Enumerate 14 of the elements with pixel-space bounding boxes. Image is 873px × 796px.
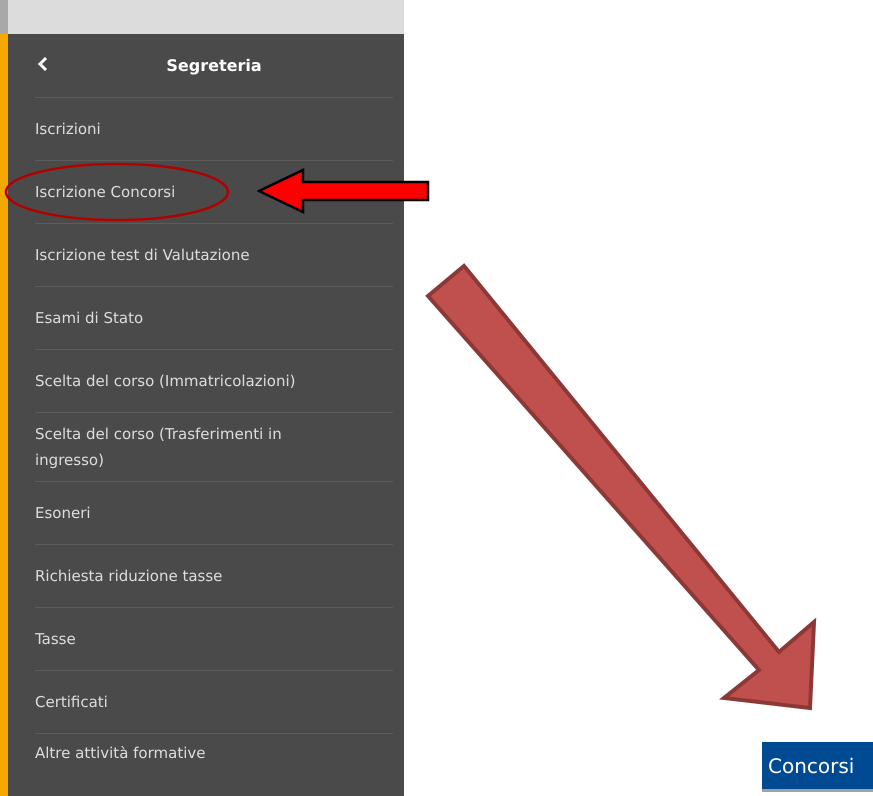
left-arrow-icon (257, 168, 431, 214)
menu-item[interactable]: Esami di Stato (35, 305, 144, 331)
sidebar-title: Segreteria (166, 56, 262, 75)
menu-item[interactable]: Altre attività formative (35, 740, 206, 766)
menu-item[interactable]: Iscrizione test di Valutazione (35, 242, 250, 268)
concorsi-button[interactable]: Concorsi (762, 742, 873, 792)
menu-item[interactable]: Tasse (35, 626, 76, 652)
menu-item[interactable]: Richiesta riduzione tasse (35, 563, 222, 589)
menu-item[interactable]: Scelta del corso (Trasferimenti in ingresso) (35, 421, 335, 473)
back-chevron-icon[interactable] (37, 56, 49, 72)
menu-item[interactable]: Certificati (35, 689, 108, 715)
menu-item[interactable]: Scelta del corso (Immatricolazioni) (35, 368, 296, 394)
menu-item[interactable]: Esoneri (35, 500, 91, 526)
menu-item[interactable]: Iscrizioni (35, 116, 101, 142)
